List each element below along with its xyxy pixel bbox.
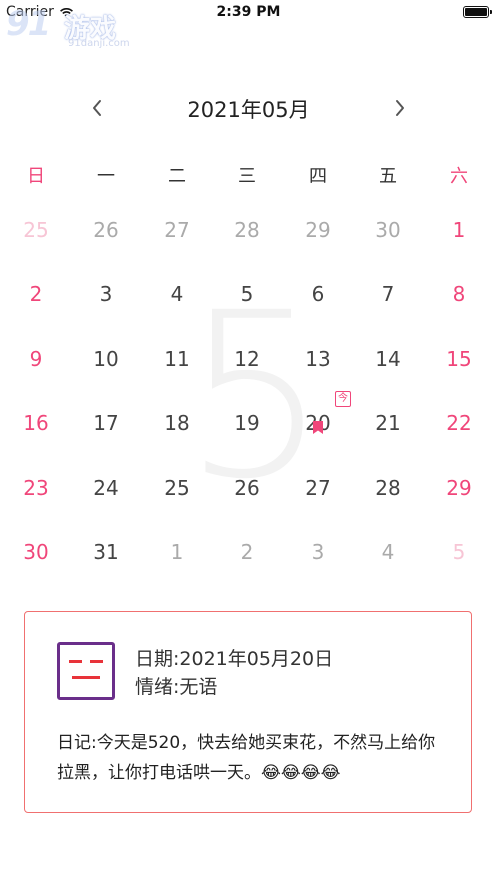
day-cell[interactable]: 27	[147, 210, 207, 250]
weekday-label: 二	[168, 166, 186, 187]
day-cell[interactable]: 22	[429, 403, 489, 443]
day-cell[interactable]: 12	[217, 339, 277, 379]
day-cell[interactable]: 13	[288, 339, 348, 379]
day-cell[interactable]: 24	[76, 468, 136, 508]
battery-icon	[463, 6, 492, 18]
day-cell[interactable]: 27	[288, 468, 348, 508]
day-cell[interactable]: 16	[6, 403, 66, 443]
day-cell[interactable]: 18	[147, 403, 207, 443]
day-cell[interactable]: 26	[76, 210, 136, 250]
day-cell[interactable]: 8	[429, 274, 489, 314]
day-cell[interactable]: 28	[358, 468, 418, 508]
weekday-header: 日一二三四五六	[0, 162, 497, 190]
weekday-label: 五	[379, 166, 397, 187]
day-cell[interactable]: 30	[358, 210, 418, 250]
day-cell[interactable]: 1	[147, 532, 207, 572]
speechless-face-icon	[57, 642, 115, 700]
day-cell[interactable]: 5	[217, 274, 277, 314]
day-cell[interactable]: 2	[217, 532, 277, 572]
day-cell[interactable]: 4	[358, 532, 418, 572]
day-cell[interactable]: 30	[6, 532, 66, 572]
day-cell[interactable]: 17	[76, 403, 136, 443]
status-time: 2:39 PM	[216, 4, 281, 20]
day-cell[interactable]: 3	[288, 532, 348, 572]
weekday-label: 六	[450, 166, 468, 187]
today-badge: 今	[335, 391, 351, 407]
diary-text: 日记:今天是520，快去给她买束花，不然马上给你拉黑，让你打电话哄一天。😂😂😂😂	[57, 733, 436, 783]
day-cell[interactable]: 5	[429, 532, 489, 572]
bookmark-icon	[313, 421, 323, 434]
day-cell[interactable]: 19	[217, 403, 277, 443]
day-cell[interactable]: 29	[429, 468, 489, 508]
entry-mood: 情绪:无语	[135, 676, 218, 698]
day-cell[interactable]: 23	[6, 468, 66, 508]
month-header: 2021年05月	[0, 88, 497, 128]
day-cell[interactable]: 7	[358, 274, 418, 314]
diary-entry-card[interactable]: 日期:2021年05月20日 情绪:无语 日记:今天是520，快去给她买束花，不…	[24, 611, 472, 813]
weekday-label: 日	[27, 166, 45, 187]
chevron-right-icon	[396, 100, 404, 116]
entry-date: 日期:2021年05月20日	[135, 648, 334, 670]
day-cell[interactable]: 15	[429, 339, 489, 379]
month-title: 2021年05月	[187, 98, 310, 122]
day-cell[interactable]: 11	[147, 339, 207, 379]
next-month-button[interactable]	[385, 93, 415, 123]
day-cell[interactable]: 10	[76, 339, 136, 379]
day-cell[interactable]: 6	[288, 274, 348, 314]
day-cell[interactable]: 29	[288, 210, 348, 250]
watermark-url: 91danji.com	[68, 38, 130, 49]
day-cell[interactable]: 26	[217, 468, 277, 508]
day-cell[interactable]: 4	[147, 274, 207, 314]
day-cell[interactable]: 28	[217, 210, 277, 250]
day-cell[interactable]: 1	[429, 210, 489, 250]
day-cell[interactable]: 31	[76, 532, 136, 572]
day-cell[interactable]: 21	[358, 403, 418, 443]
weekday-label: 四	[309, 166, 327, 187]
status-bar: Carrier 2:39 PM	[0, 0, 497, 26]
day-cell[interactable]: 9	[6, 339, 66, 379]
calendar-grid: 25 26 27 28 29 30 1 2 3 4 5 6 7 8 9 10 11 12 13 14 15 16 17 18 1…	[0, 210, 497, 590]
day-cell[interactable]: 14	[358, 339, 418, 379]
weekday-label: 一	[97, 166, 115, 187]
weekday-label: 三	[238, 166, 256, 187]
entry-meta: 日期:2021年05月20日 情绪:无语	[135, 645, 333, 701]
day-cell[interactable]: 25	[147, 468, 207, 508]
day-cell[interactable]: 2	[6, 274, 66, 314]
day-cell[interactable]: 25	[6, 210, 66, 250]
day-cell[interactable]: 3	[76, 274, 136, 314]
